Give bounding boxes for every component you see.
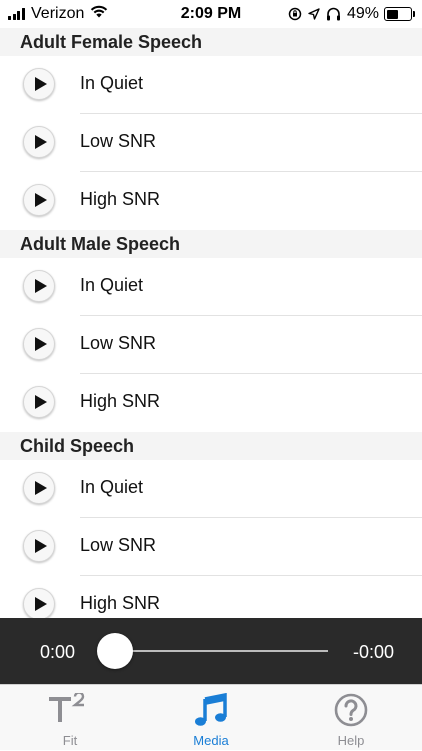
list-item[interactable]: Low SNR bbox=[0, 114, 422, 172]
list-item-label: In Quiet bbox=[80, 275, 144, 295]
rotation-lock-icon bbox=[288, 7, 302, 21]
list-item-label: Low SNR bbox=[80, 535, 157, 555]
list-item[interactable]: High SNR bbox=[0, 576, 422, 618]
music-note-icon bbox=[194, 692, 228, 732]
elapsed-time: 0:00 bbox=[40, 642, 76, 662]
play-icon[interactable] bbox=[23, 386, 55, 418]
list-item-label: Low SNR bbox=[80, 333, 157, 353]
media-list[interactable]: Adult Female Speech In Quiet Low SNR Hig… bbox=[0, 28, 422, 618]
list-item[interactable]: High SNR bbox=[0, 374, 422, 432]
section-header: Child Speech bbox=[0, 432, 422, 460]
play-icon[interactable] bbox=[23, 530, 55, 562]
tab-help[interactable]: Help bbox=[281, 685, 421, 751]
headphones-icon bbox=[326, 7, 341, 21]
play-icon[interactable] bbox=[23, 270, 55, 302]
play-icon[interactable] bbox=[23, 68, 55, 100]
battery-percent: 49% bbox=[346, 5, 379, 22]
play-icon[interactable] bbox=[23, 184, 55, 216]
tab-media[interactable]: Media bbox=[141, 685, 281, 751]
status-right: 49% bbox=[282, 5, 415, 23]
play-icon[interactable] bbox=[23, 472, 55, 504]
list-item-label: Low SNR bbox=[80, 131, 157, 151]
tab-label: Help bbox=[337, 733, 365, 748]
tab-label: Fit bbox=[62, 733, 78, 748]
audio-player: 0:00 -0:00 bbox=[0, 618, 422, 684]
battery-icon bbox=[384, 7, 415, 21]
tab-fit[interactable]: Fit bbox=[0, 685, 140, 751]
progress-slider-track[interactable] bbox=[118, 650, 328, 652]
section-adult-male: Adult Male Speech In Quiet Low SNR High … bbox=[0, 230, 422, 432]
play-icon[interactable] bbox=[23, 328, 55, 360]
t-squared-icon bbox=[47, 691, 93, 728]
list-item-label: In Quiet bbox=[80, 73, 144, 93]
list-item[interactable]: Low SNR bbox=[0, 316, 422, 374]
list-item[interactable]: High SNR bbox=[0, 172, 422, 230]
section-child: Child Speech In Quiet Low SNR High SNR bbox=[0, 432, 422, 618]
tab-bar: Fit Media Help bbox=[0, 684, 422, 750]
list-item-label: High SNR bbox=[80, 391, 161, 411]
list-item[interactable]: In Quiet bbox=[0, 460, 422, 518]
remaining-time: -0:00 bbox=[352, 642, 394, 662]
location-arrow-icon bbox=[308, 8, 320, 20]
list-item[interactable]: In Quiet bbox=[0, 258, 422, 316]
play-icon[interactable] bbox=[23, 126, 55, 158]
section-header: Adult Female Speech bbox=[0, 28, 422, 56]
progress-slider-thumb[interactable] bbox=[97, 633, 133, 669]
question-icon bbox=[334, 693, 368, 732]
list-item-label: In Quiet bbox=[80, 477, 144, 497]
tab-label: Media bbox=[193, 733, 229, 748]
list-item-label: High SNR bbox=[80, 593, 161, 613]
section-adult-female: Adult Female Speech In Quiet Low SNR Hig… bbox=[0, 28, 422, 230]
list-item[interactable]: Low SNR bbox=[0, 518, 422, 576]
play-icon[interactable] bbox=[23, 588, 55, 618]
list-item[interactable]: In Quiet bbox=[0, 56, 422, 114]
section-header: Adult Male Speech bbox=[0, 230, 422, 258]
list-item-label: High SNR bbox=[80, 189, 161, 209]
status-bar: Verizon 2:09 PM 49% bbox=[0, 0, 422, 28]
